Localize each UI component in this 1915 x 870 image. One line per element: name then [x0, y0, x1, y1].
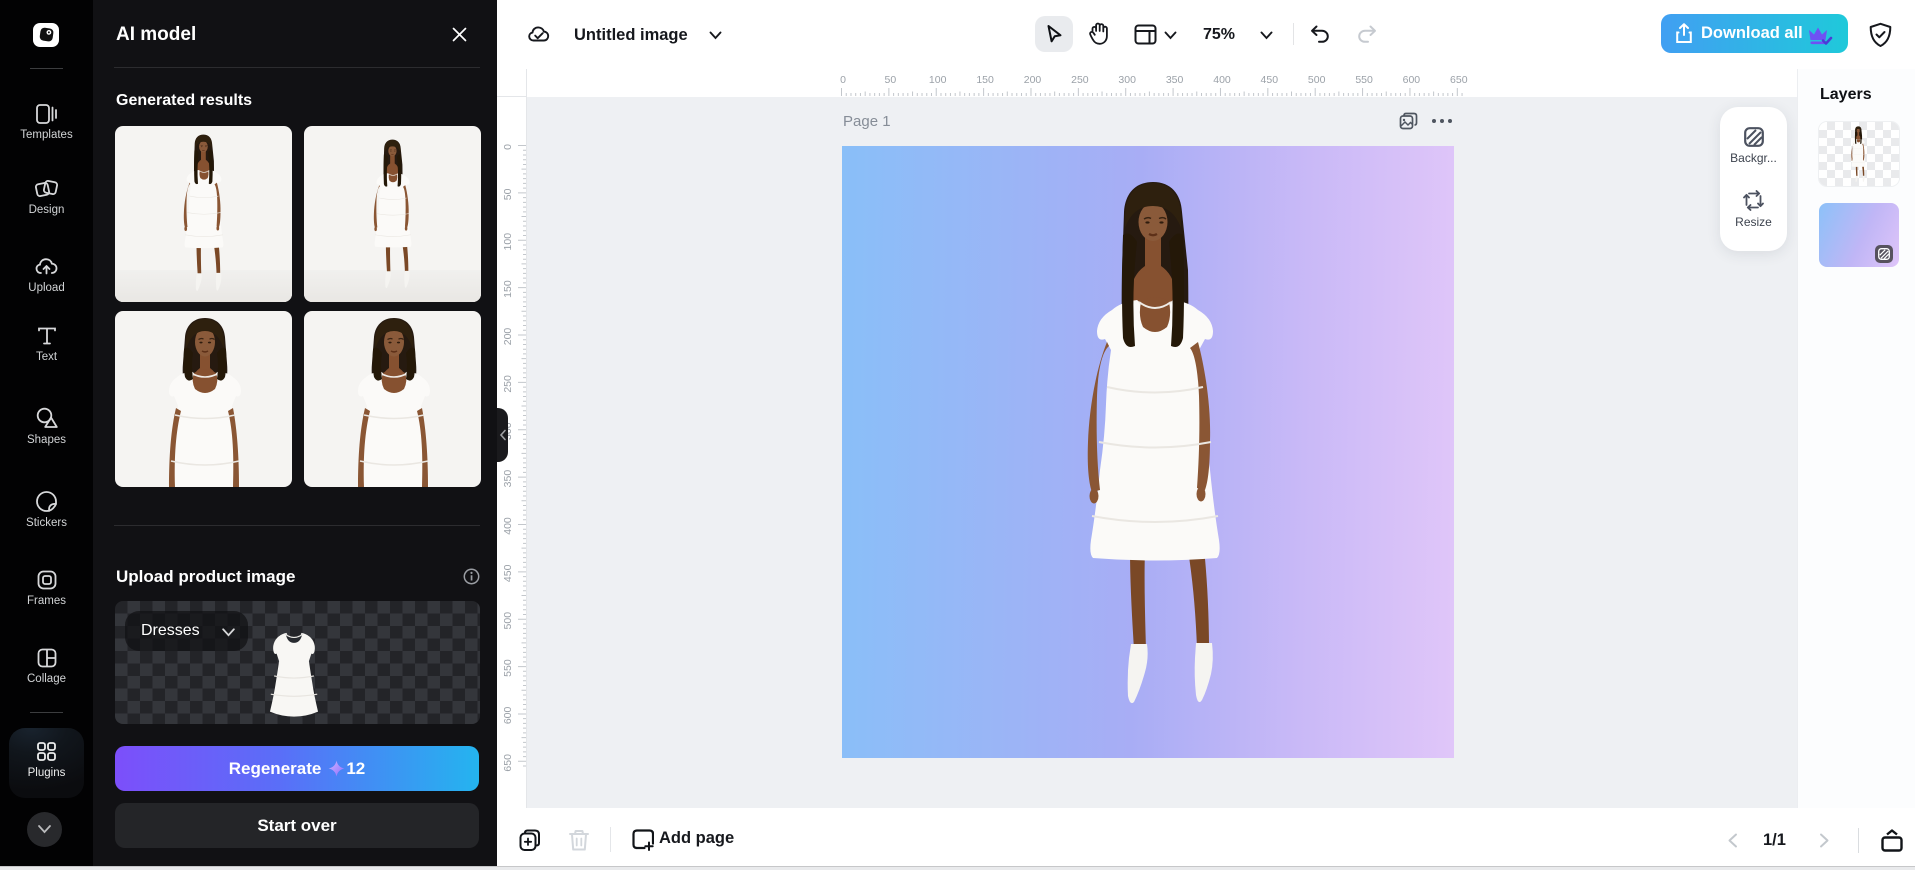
svg-text:200: 200 — [1024, 74, 1042, 86]
svg-text:650: 650 — [502, 754, 514, 772]
svg-text:450: 450 — [502, 564, 514, 582]
svg-text:300: 300 — [1118, 74, 1136, 86]
svg-text:400: 400 — [502, 517, 514, 535]
svg-text:650: 650 — [1450, 74, 1468, 86]
svg-text:0: 0 — [502, 144, 514, 150]
svg-text:0: 0 — [840, 74, 846, 86]
svg-text:100: 100 — [502, 233, 514, 251]
svg-text:350: 350 — [1166, 74, 1184, 86]
svg-text:200: 200 — [502, 328, 514, 346]
svg-text:600: 600 — [1403, 74, 1421, 86]
svg-text:500: 500 — [502, 612, 514, 630]
svg-text:50: 50 — [502, 188, 514, 200]
svg-text:150: 150 — [976, 74, 994, 86]
svg-text:150: 150 — [502, 280, 514, 298]
svg-text:550: 550 — [1355, 74, 1373, 86]
svg-text:400: 400 — [1213, 74, 1231, 86]
svg-text:250: 250 — [502, 375, 514, 393]
svg-text:250: 250 — [1071, 74, 1089, 86]
svg-text:100: 100 — [929, 74, 947, 86]
svg-text:550: 550 — [502, 659, 514, 677]
svg-text:600: 600 — [502, 706, 514, 724]
svg-text:450: 450 — [1261, 74, 1279, 86]
svg-text:50: 50 — [885, 74, 897, 86]
svg-text:500: 500 — [1308, 74, 1326, 86]
svg-text:350: 350 — [502, 470, 514, 488]
